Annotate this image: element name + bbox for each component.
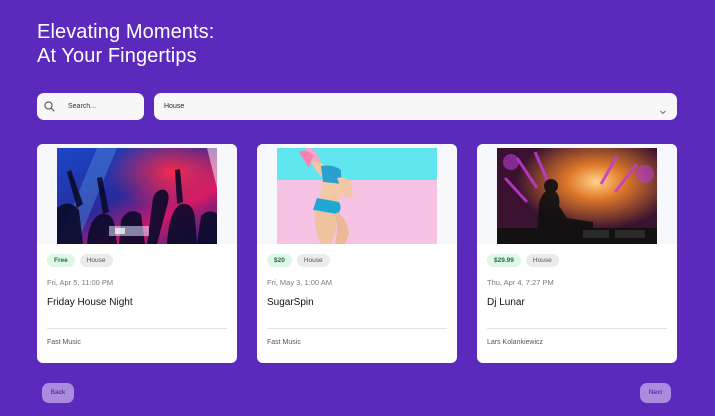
price-badge: $20 <box>267 254 292 267</box>
event-title[interactable]: SugarSpin <box>267 297 314 308</box>
event-image <box>497 148 657 244</box>
search-icon <box>43 100 56 113</box>
genre-badge: House <box>296 254 330 267</box>
event-image-frame <box>477 144 677 244</box>
search-input[interactable] <box>68 103 138 110</box>
event-date: Thu, Apr 4, 7:27 PM <box>487 278 554 287</box>
chevron-down-icon <box>659 103 667 114</box>
card-divider <box>267 328 447 329</box>
genre-select-value: House <box>164 103 185 110</box>
price-badge: $29.99 <box>487 254 521 267</box>
back-button[interactable]: Back <box>42 383 74 403</box>
event-tags: Free House <box>47 254 113 267</box>
events-page: Elevating Moments: At Your Fingertips Ho… <box>0 0 715 416</box>
event-card[interactable]: $29.99 House Thu, Apr 4, 7:27 PM Dj Luna… <box>477 144 677 363</box>
event-date: Fri, Apr 5, 11:00 PM <box>47 278 114 287</box>
price-badge: Free <box>47 254 75 267</box>
genre-badge: House <box>525 254 559 267</box>
page-title-line-1: Elevating Moments: <box>37 21 215 43</box>
event-organizer: Lars Kolankiewicz <box>487 339 544 346</box>
page-title-line-2: At Your Fingertips <box>37 45 197 67</box>
event-tags: $20 House <box>267 254 330 267</box>
event-tags: $29.99 House <box>487 254 559 267</box>
event-title[interactable]: Friday House Night <box>47 297 133 308</box>
event-card[interactable]: $20 House Fri, May 3, 1:00 AM SugarSpin … <box>257 144 457 363</box>
event-date: Fri, May 3, 1:00 AM <box>267 278 333 287</box>
next-button[interactable]: Next <box>640 383 671 403</box>
event-organizer: Fast Music <box>47 339 81 346</box>
event-title[interactable]: Dj Lunar <box>487 297 525 308</box>
event-image-frame <box>257 144 457 244</box>
page-title: Elevating Moments: At Your Fingertips <box>37 20 397 68</box>
card-divider <box>487 328 667 329</box>
event-card[interactable]: Free House Fri, Apr 5, 11:00 PM Friday H… <box>37 144 237 363</box>
genre-select[interactable]: House <box>154 93 677 120</box>
event-image <box>277 148 437 244</box>
event-image <box>57 148 217 244</box>
search-box[interactable] <box>37 93 144 120</box>
genre-badge: House <box>79 254 113 267</box>
card-divider <box>47 328 227 329</box>
event-organizer: Fast Music <box>267 339 301 346</box>
event-image-frame <box>37 144 237 244</box>
